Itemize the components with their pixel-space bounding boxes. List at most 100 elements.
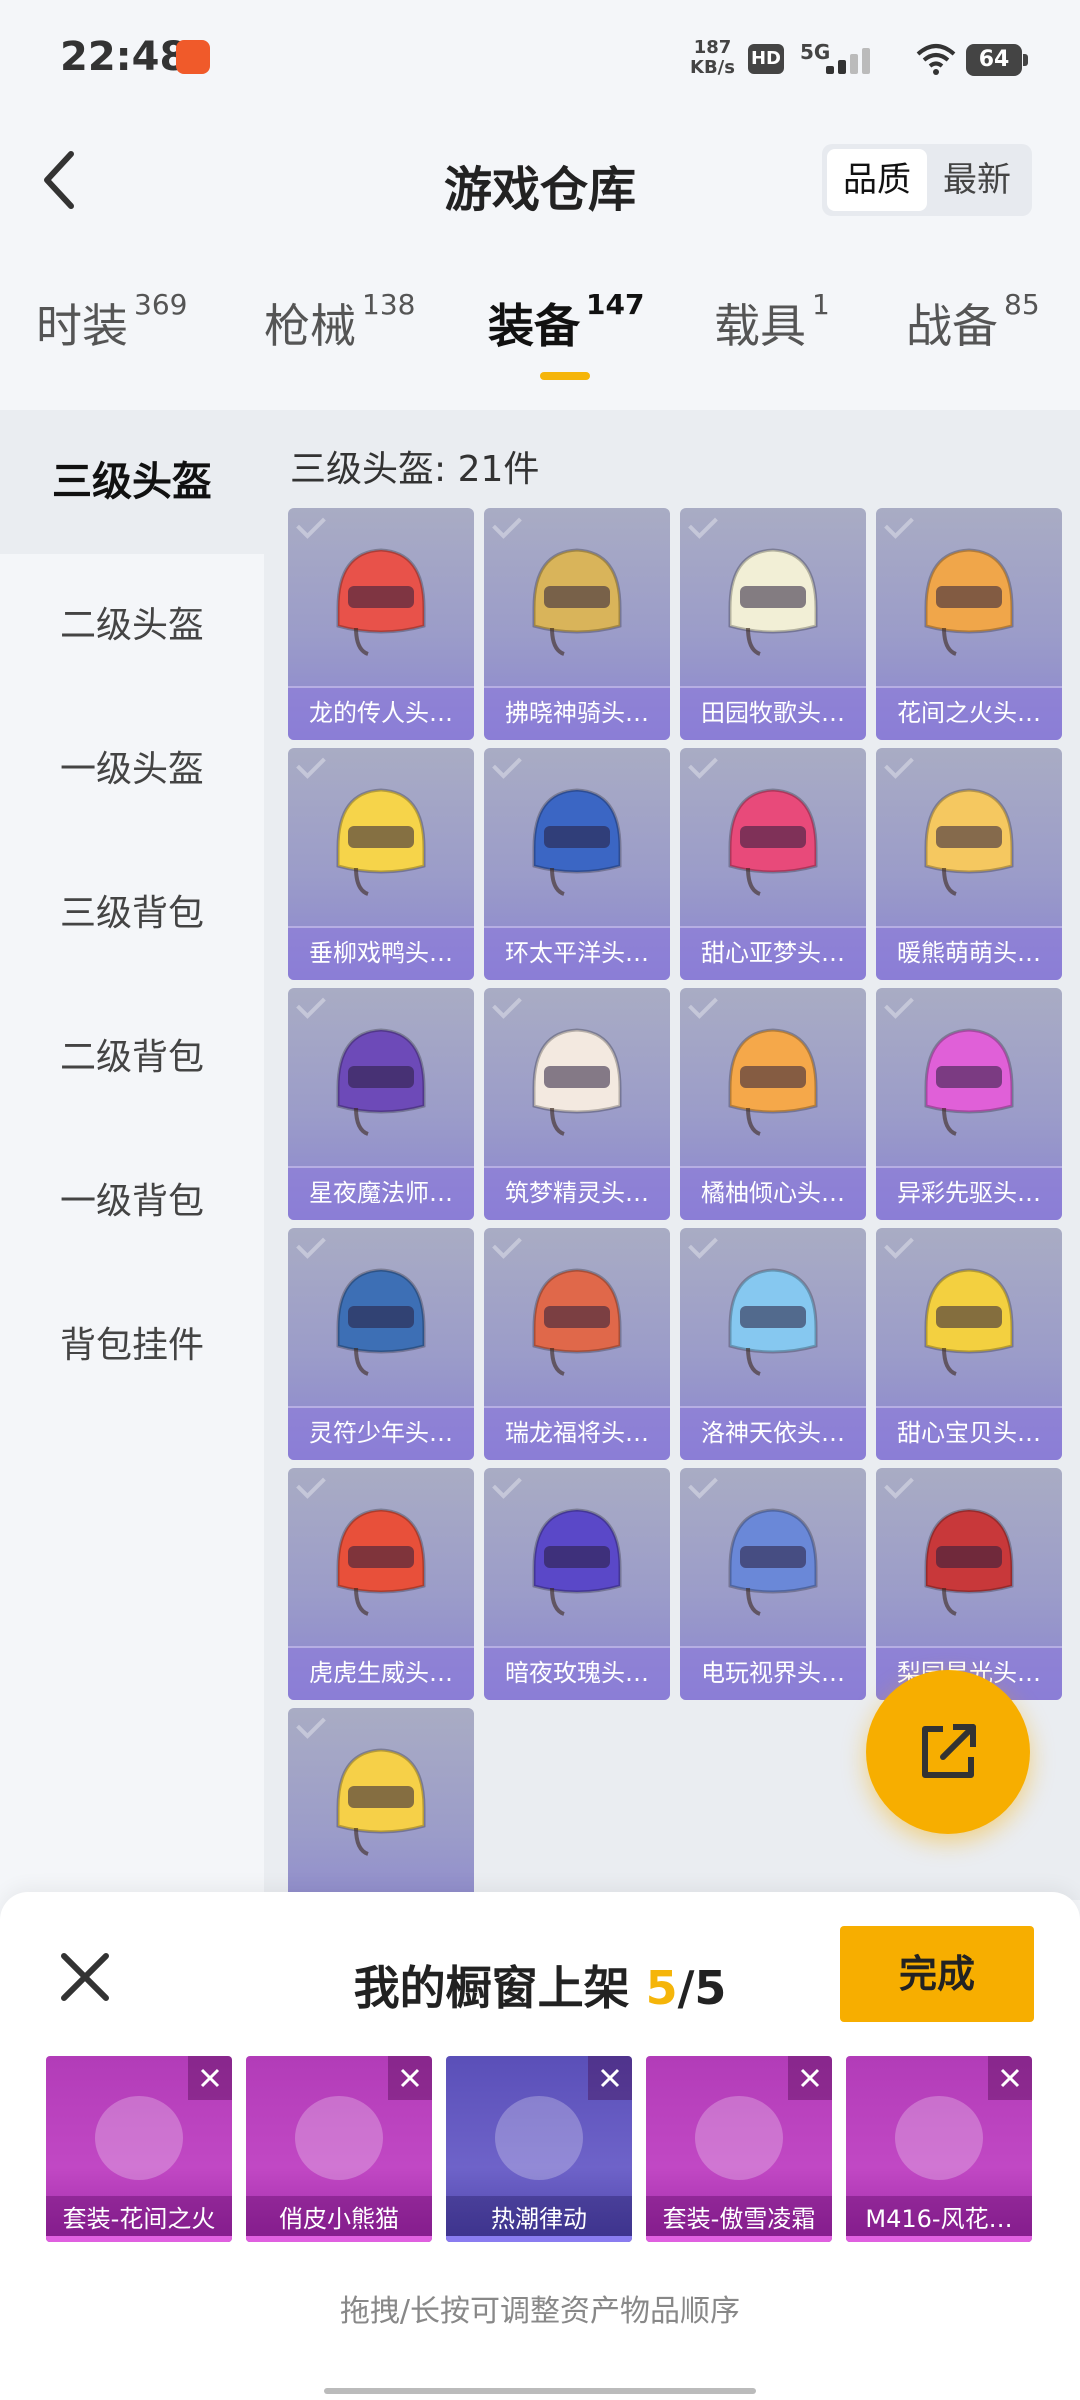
status-time: 22:48 bbox=[60, 34, 188, 80]
sidebar-item-level1-helmet[interactable]: 一级头盔 bbox=[0, 698, 264, 842]
helmet-card-label: 橘柚倾心头… bbox=[680, 1166, 866, 1220]
tab-vehicles[interactable]: 载具 1 bbox=[714, 288, 830, 356]
remove-item-button[interactable] bbox=[588, 2056, 632, 2100]
helmet-card[interactable]: 环太平洋头… bbox=[484, 748, 670, 980]
showcase-shelf: 套装-花间之火 俏皮小熊猫 热潮律动 套装-傲雪凌霜 M416-风花… bbox=[46, 2056, 1036, 2246]
app-notification-icon bbox=[176, 40, 210, 74]
helmet-card[interactable]: 灵符少年头… bbox=[288, 1228, 474, 1460]
helmet-card[interactable]: 异彩先驱头… bbox=[876, 988, 1062, 1220]
network-speed-unit: KB/s bbox=[690, 57, 735, 78]
item-artwork-icon bbox=[295, 2096, 383, 2180]
helmet-card-label: 筑梦精灵头… bbox=[484, 1166, 670, 1220]
checkmark-icon bbox=[884, 749, 914, 779]
share-button[interactable] bbox=[866, 1670, 1030, 1834]
showcase-item[interactable]: 套装-傲雪凌霜 bbox=[646, 2056, 832, 2242]
sidebar-item-backpack-charm[interactable]: 背包挂件 bbox=[0, 1274, 264, 1418]
helmet-icon bbox=[924, 548, 1014, 656]
remove-item-button[interactable] bbox=[788, 2056, 832, 2100]
helmet-icon bbox=[728, 1268, 818, 1376]
category-tabs: 时装 369 枪械 138 装备 147 载具 1 战备 85 bbox=[0, 288, 1080, 400]
tab-fashion[interactable]: 时装 369 bbox=[36, 288, 188, 356]
helmet-card[interactable]: 虎虎生威头… bbox=[288, 1468, 474, 1700]
remove-item-button[interactable] bbox=[188, 2056, 232, 2100]
checkmark-icon bbox=[884, 509, 914, 539]
item-artwork-icon bbox=[895, 2096, 983, 2180]
helmet-card[interactable]: 龙的传人头… bbox=[288, 508, 474, 740]
tab-weapons[interactable]: 枪械 138 bbox=[264, 288, 415, 356]
done-button[interactable]: 完成 bbox=[840, 1926, 1034, 2022]
checkmark-icon bbox=[492, 989, 522, 1019]
sidebar-item-level3-backpack[interactable]: 三级背包 bbox=[0, 842, 264, 986]
helmet-icon bbox=[336, 1028, 426, 1136]
share-icon bbox=[922, 1724, 976, 1778]
showcase-item[interactable]: 套装-花间之火 bbox=[46, 2056, 232, 2242]
tab-label: 载具 bbox=[714, 299, 806, 353]
home-indicator[interactable] bbox=[324, 2388, 756, 2394]
showcase-item[interactable]: 俏皮小熊猫 bbox=[246, 2056, 432, 2242]
checkmark-icon bbox=[688, 749, 718, 779]
helmet-card[interactable]: 暖熊萌萌头… bbox=[876, 748, 1062, 980]
tab-label: 战备 bbox=[906, 299, 998, 353]
helmet-card-label: 暖熊萌萌头… bbox=[876, 926, 1062, 980]
helmet-card[interactable]: 暗夜玫瑰头… bbox=[484, 1468, 670, 1700]
tab-supplies[interactable]: 战备 85 bbox=[906, 288, 1040, 356]
helmet-icon bbox=[532, 1028, 622, 1136]
tab-label: 时装 bbox=[36, 299, 128, 353]
showcase-sheet: 我的橱窗上架 5/5 完成 套装-花间之火 俏皮小熊猫 热潮律动 套装-傲雪凌霜 M41… bbox=[0, 1892, 1080, 2400]
helmet-card-label: 甜心亚梦头… bbox=[680, 926, 866, 980]
tab-count: 1 bbox=[812, 288, 830, 321]
helmet-card[interactable]: 拂晓神骑头… bbox=[484, 508, 670, 740]
helmet-card-label: 星夜魔法师… bbox=[288, 1166, 474, 1220]
helmet-card[interactable]: 瑞龙福将头… bbox=[484, 1228, 670, 1460]
helmet-icon bbox=[336, 1268, 426, 1376]
helmet-card[interactable]: 星夜魔法师… bbox=[288, 988, 474, 1220]
remove-item-button[interactable] bbox=[988, 2056, 1032, 2100]
checkmark-icon bbox=[884, 1229, 914, 1259]
sort-toggle: 品质 最新 bbox=[822, 144, 1032, 216]
helmet-icon bbox=[924, 1268, 1014, 1376]
helmet-card-label: 瑞龙福将头… bbox=[484, 1406, 670, 1460]
rarity-bar bbox=[246, 2236, 432, 2242]
showcase-count-total: /5 bbox=[677, 1961, 727, 2015]
showcase-item[interactable]: M416-风花… bbox=[846, 2056, 1032, 2242]
checkmark-icon bbox=[688, 1229, 718, 1259]
checkmark-icon bbox=[492, 749, 522, 779]
checkmark-icon bbox=[296, 1709, 326, 1739]
helmet-card-label: 灵符少年头… bbox=[288, 1406, 474, 1460]
sidebar-item-level3-helmet[interactable]: 三级头盔 bbox=[0, 410, 264, 554]
item-artwork-icon bbox=[695, 2096, 783, 2180]
helmet-card-label: 花间之火头… bbox=[876, 686, 1062, 740]
checkmark-icon bbox=[688, 989, 718, 1019]
sidebar-item-level2-helmet[interactable]: 二级头盔 bbox=[0, 554, 264, 698]
network-speed-value: 187 bbox=[693, 37, 732, 58]
tab-equipment[interactable]: 装备 147 bbox=[488, 288, 644, 356]
active-tab-indicator bbox=[540, 372, 590, 380]
helmet-icon bbox=[728, 548, 818, 656]
sidebar-item-level1-backpack[interactable]: 一级背包 bbox=[0, 1130, 264, 1274]
reorder-hint: 拖拽/长按可调整资产物品顺序 bbox=[339, 2294, 741, 2329]
helmet-card[interactable]: 筑梦精灵头… bbox=[484, 988, 670, 1220]
signal-icon bbox=[826, 46, 886, 74]
helmet-card[interactable]: 花间之火头… bbox=[876, 508, 1062, 740]
helmet-card[interactable]: 田园牧歌头… bbox=[680, 508, 866, 740]
helmet-card[interactable]: 垂柳戏鸭头… bbox=[288, 748, 474, 980]
remove-item-button[interactable] bbox=[388, 2056, 432, 2100]
checkmark-icon bbox=[688, 509, 718, 539]
sort-newest-button[interactable]: 最新 bbox=[927, 149, 1027, 211]
showcase-item[interactable]: 热潮律动 bbox=[446, 2056, 632, 2242]
helmet-card[interactable]: 橘柚倾心头… bbox=[680, 988, 866, 1220]
helmet-card-label: 暗夜玫瑰头… bbox=[484, 1646, 670, 1700]
close-icon bbox=[600, 2068, 620, 2088]
helmet-card[interactable]: 电玩视界头… bbox=[680, 1468, 866, 1700]
sort-quality-button[interactable]: 品质 bbox=[827, 149, 927, 211]
helmet-icon bbox=[532, 1268, 622, 1376]
helmet-card[interactable]: 甜心亚梦头… bbox=[680, 748, 866, 980]
checkmark-icon bbox=[296, 509, 326, 539]
sidebar-item-level2-backpack[interactable]: 二级背包 bbox=[0, 986, 264, 1130]
rarity-bar bbox=[846, 2236, 1032, 2242]
helmet-card[interactable]: 甜心宝贝头… bbox=[876, 1228, 1062, 1460]
helmet-card[interactable]: 洛神天依头… bbox=[680, 1228, 866, 1460]
helmet-card[interactable]: 梨园星光头… bbox=[876, 1468, 1062, 1700]
helmet-icon bbox=[336, 1508, 426, 1616]
tab-count: 369 bbox=[134, 288, 188, 321]
